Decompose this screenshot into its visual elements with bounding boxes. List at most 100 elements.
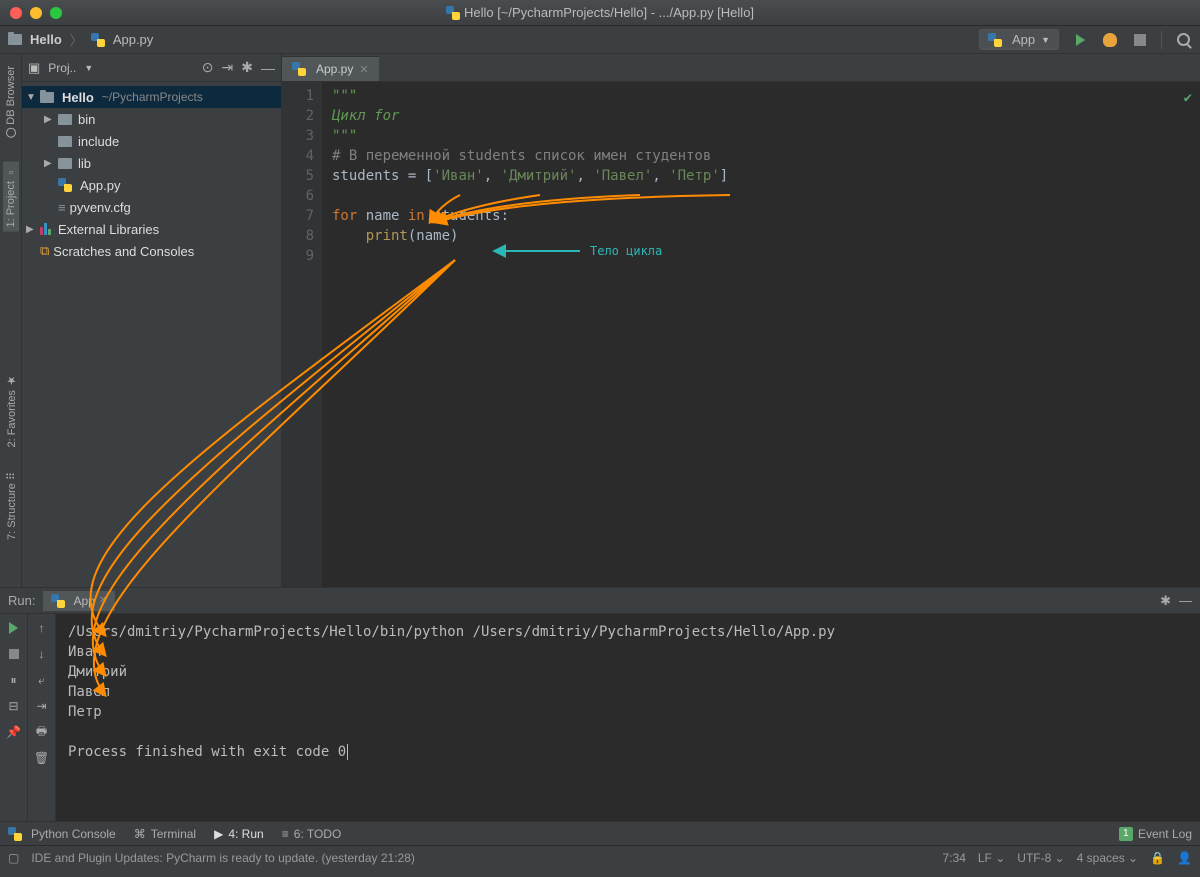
tree-label: include bbox=[78, 134, 119, 149]
tree-label: lib bbox=[78, 156, 91, 171]
project-tree: ▼ Hello ~/PycharmProjects ▶bin include ▶… bbox=[22, 82, 281, 266]
tree-path: ~/PycharmProjects bbox=[102, 90, 203, 104]
folder-icon: ▣ bbox=[28, 60, 40, 76]
print-button[interactable]: 🖶 bbox=[34, 724, 50, 740]
pause-button[interactable]: ⏸ bbox=[6, 672, 22, 688]
close-tab-icon[interactable]: ✕ bbox=[99, 595, 107, 606]
run-tab-label: App bbox=[73, 594, 94, 608]
caret bbox=[347, 744, 348, 760]
terminal-tab[interactable]: ⌘Terminal bbox=[134, 827, 196, 841]
console-output[interactable]: /Users/dmitriy/PycharmProjects/Hello/bin… bbox=[56, 614, 1200, 821]
code-token: 'Павел' bbox=[593, 168, 652, 184]
chevron-down-icon[interactable]: ▼ bbox=[84, 63, 93, 73]
debug-button[interactable] bbox=[1101, 31, 1119, 49]
list-icon: ≡ bbox=[282, 827, 289, 841]
code-editor[interactable]: ✔ 1 2 3 4 5 6 7 8 9 """ Цикл for """ # В… bbox=[282, 82, 1200, 587]
stop-button[interactable] bbox=[6, 646, 22, 662]
layout-button[interactable]: ⊟ bbox=[6, 698, 22, 714]
tree-file-app[interactable]: App.py bbox=[22, 174, 281, 196]
up-button[interactable]: ↑ bbox=[34, 620, 50, 636]
python-icon bbox=[8, 827, 22, 841]
search-icon bbox=[1177, 33, 1190, 46]
run-tab-bottom[interactable]: ▶4: Run bbox=[214, 827, 264, 841]
breadcrumb-separator: 〉 bbox=[70, 30, 83, 49]
code-token: , bbox=[576, 168, 593, 184]
code-token: Цикл for bbox=[332, 108, 399, 124]
line-num: 7 bbox=[282, 206, 314, 226]
event-log-tab[interactable]: 1Event Log bbox=[1119, 827, 1192, 841]
tree-folder-include[interactable]: include bbox=[22, 130, 281, 152]
code-token: (name) bbox=[408, 228, 459, 244]
hide-panel-icon[interactable]: — bbox=[261, 60, 275, 76]
window-title: Hello [~/PycharmProjects/Hello] - .../Ap… bbox=[0, 5, 1200, 21]
pin-button[interactable]: 📌 bbox=[6, 724, 22, 740]
navigation-bar: Hello 〉 App.py App ▼ bbox=[0, 26, 1200, 54]
structure-tab[interactable]: 7: Structure ⠿ bbox=[3, 468, 20, 544]
line-separator[interactable]: LF ⌄ bbox=[978, 851, 1005, 865]
run-button[interactable] bbox=[1071, 31, 1089, 49]
search-everywhere-button[interactable] bbox=[1174, 31, 1192, 49]
chevron-down-icon: ▼ bbox=[1041, 35, 1050, 45]
tool-window-toggle-icon[interactable]: ▢ bbox=[8, 851, 19, 865]
tree-root[interactable]: ▼ Hello ~/PycharmProjects bbox=[22, 86, 281, 108]
breadcrumb-project[interactable]: Hello bbox=[30, 32, 62, 47]
status-message[interactable]: IDE and Plugin Updates: PyCharm is ready… bbox=[31, 851, 415, 865]
db-browser-tab[interactable]: DB Browser bbox=[3, 62, 19, 142]
rerun-button[interactable] bbox=[6, 620, 22, 636]
code-token: = [ bbox=[408, 168, 433, 184]
clear-button[interactable]: 🗑 bbox=[34, 750, 50, 766]
hector-icon[interactable]: 👤 bbox=[1177, 851, 1192, 865]
favorites-tab[interactable]: 2: Favorites ★ bbox=[3, 370, 20, 452]
indent-settings[interactable]: 4 spaces ⌄ bbox=[1077, 851, 1138, 865]
caret-position[interactable]: 7:34 bbox=[943, 851, 966, 865]
stop-icon bbox=[1134, 34, 1146, 46]
scroll-to-end-button[interactable]: ⇥ bbox=[34, 698, 50, 714]
folder-icon bbox=[8, 34, 22, 45]
settings-icon[interactable]: ✱ bbox=[241, 59, 253, 76]
window-minimize-button[interactable] bbox=[30, 7, 42, 19]
code-token: , bbox=[484, 168, 501, 184]
bug-icon bbox=[1103, 33, 1117, 47]
soft-wrap-button[interactable]: ⤶ bbox=[34, 672, 50, 688]
tree-file-pyvenv[interactable]: ≡pyvenv.cfg bbox=[22, 196, 281, 218]
collapse-all-icon[interactable]: ⇥ bbox=[222, 59, 234, 76]
run-toolbar-secondary: ↑ ↓ ⤶ ⇥ 🖶 🗑 bbox=[28, 614, 56, 821]
panel-title[interactable]: Proj.. bbox=[48, 61, 76, 75]
run-config-selector[interactable]: App ▼ bbox=[979, 29, 1059, 50]
file-encoding[interactable]: UTF-8 ⌄ bbox=[1017, 851, 1064, 865]
python-icon bbox=[58, 178, 72, 192]
expand-arrow-icon[interactable]: ▶ bbox=[26, 224, 36, 235]
run-tab[interactable]: App ✕ bbox=[43, 591, 115, 611]
tree-scratches[interactable]: ⧉Scratches and Consoles bbox=[22, 240, 281, 262]
line-num: 5 bbox=[282, 166, 314, 186]
folder-icon bbox=[58, 136, 72, 147]
python-icon bbox=[988, 33, 1002, 47]
window-close-button[interactable] bbox=[10, 7, 22, 19]
scroll-from-source-icon[interactable]: ⊙ bbox=[202, 59, 214, 76]
project-tab[interactable]: 1: Project ▫ bbox=[3, 162, 19, 232]
folder-icon: ▫ bbox=[5, 166, 17, 178]
down-button[interactable]: ↓ bbox=[34, 646, 50, 662]
todo-tab[interactable]: ≡6: TODO bbox=[282, 827, 342, 841]
tree-folder-bin[interactable]: ▶bin bbox=[22, 108, 281, 130]
code-token: print bbox=[366, 228, 408, 244]
python-console-tab[interactable]: Python Console bbox=[8, 827, 116, 841]
hide-panel-icon[interactable]: — bbox=[1179, 593, 1192, 608]
expand-arrow-icon[interactable]: ▶ bbox=[44, 158, 54, 169]
window-zoom-button[interactable] bbox=[50, 7, 62, 19]
folder-icon bbox=[58, 158, 72, 169]
stop-button[interactable] bbox=[1131, 31, 1149, 49]
tree-external-libs[interactable]: ▶External Libraries bbox=[22, 218, 281, 240]
settings-icon[interactable]: ✱ bbox=[1160, 593, 1171, 609]
project-panel: ▣ Proj.. ▼ ⊙ ⇥ ✱ — ▼ Hello ~/PycharmProj… bbox=[22, 54, 282, 587]
expand-arrow-icon[interactable]: ▶ bbox=[44, 114, 54, 125]
expand-arrow-icon[interactable]: ▼ bbox=[26, 92, 36, 103]
folder-icon bbox=[40, 92, 54, 103]
breadcrumb-file[interactable]: App.py bbox=[113, 32, 153, 47]
close-tab-icon[interactable]: ✕ bbox=[359, 63, 368, 76]
editor-tab[interactable]: App.py ✕ bbox=[282, 56, 379, 81]
lock-icon[interactable]: 🔒 bbox=[1150, 851, 1165, 865]
line-num: 1 bbox=[282, 86, 314, 106]
tree-folder-lib[interactable]: ▶ lib bbox=[22, 152, 281, 174]
code-content[interactable]: """ Цикл for """ # В переменной students… bbox=[322, 82, 1200, 587]
